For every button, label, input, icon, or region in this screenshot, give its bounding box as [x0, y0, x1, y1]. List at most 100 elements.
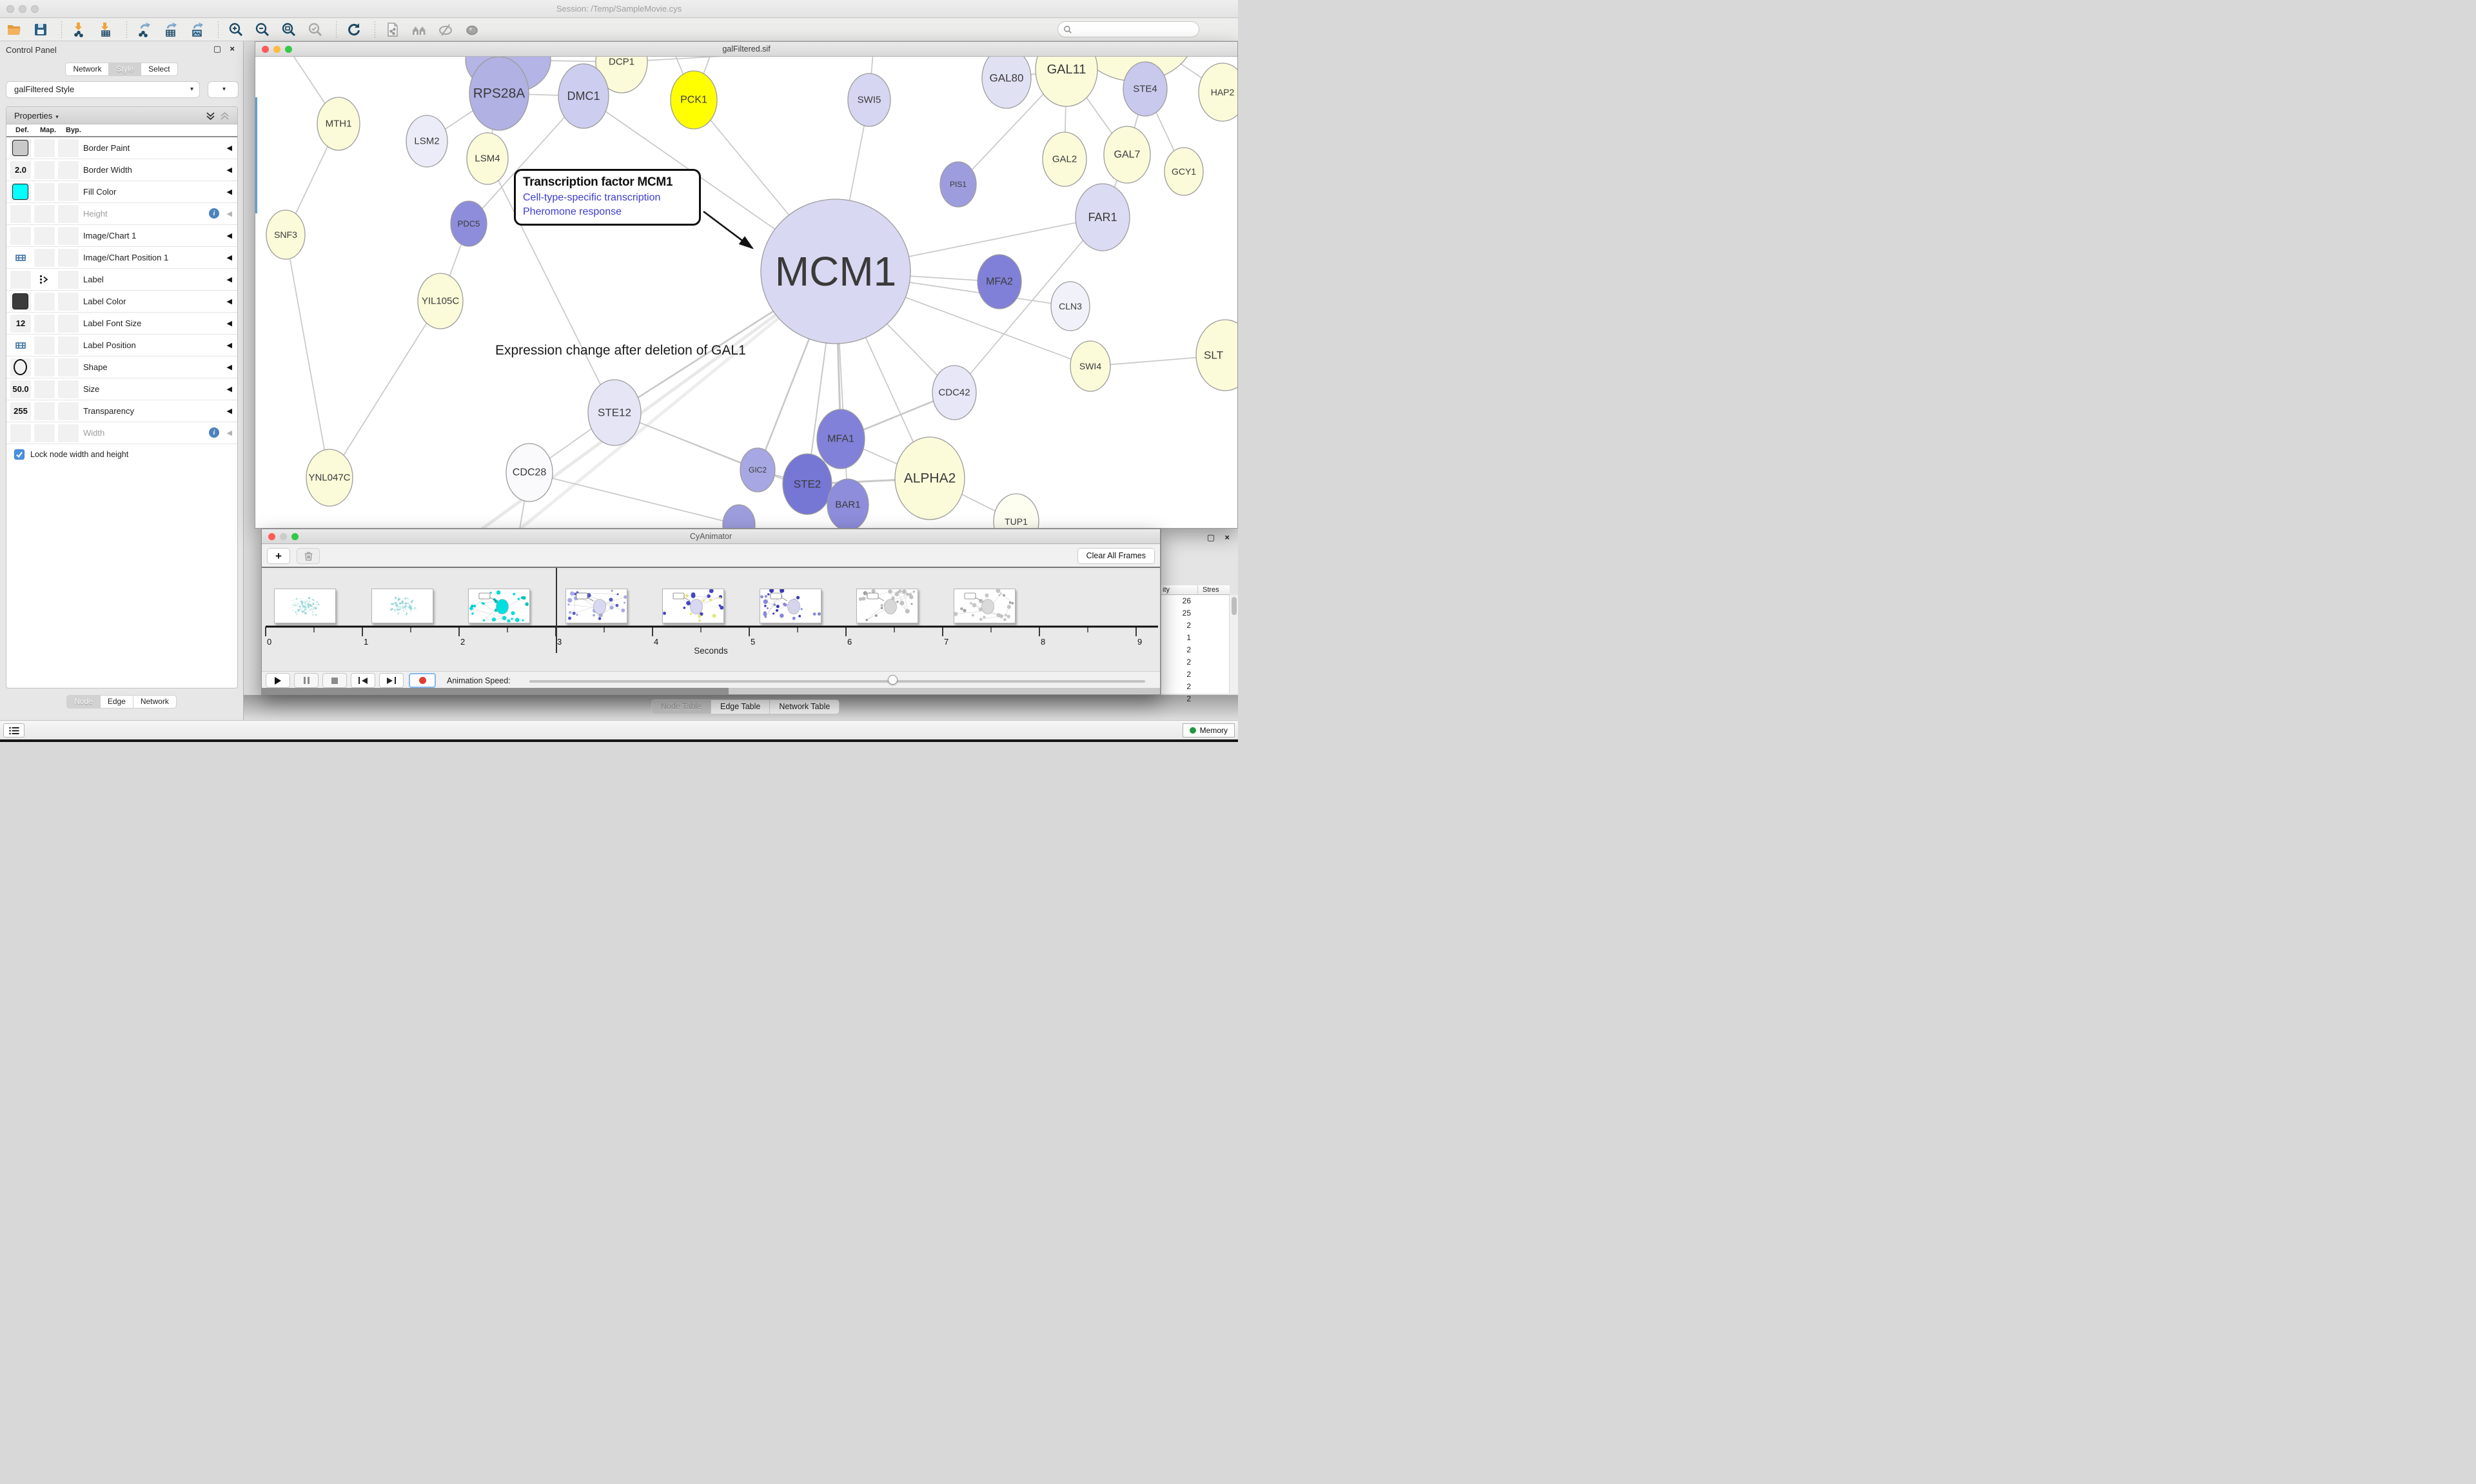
map-cell[interactable]	[34, 161, 55, 179]
def-cell[interactable]: 50.0	[10, 380, 31, 398]
export-network-button[interactable]	[133, 20, 156, 39]
info-icon[interactable]: i	[209, 208, 219, 219]
byp-cell[interactable]	[58, 205, 79, 223]
expand-row-icon[interactable]: ◀	[227, 188, 232, 196]
scrollbar-thumb[interactable]	[1232, 597, 1237, 615]
search-input[interactable]	[1076, 25, 1194, 34]
def-cell[interactable]	[10, 424, 31, 442]
property-row-label-color[interactable]: Label Color◀	[6, 291, 237, 313]
map-cell[interactable]	[34, 205, 55, 223]
add-frame-button[interactable]: +	[267, 548, 290, 564]
network-node-gal80[interactable]: GAL80	[982, 57, 1031, 108]
byp-cell[interactable]	[58, 380, 79, 398]
byp-cell[interactable]	[58, 293, 79, 311]
tab-network-table[interactable]: Network Table	[770, 699, 840, 714]
byp-cell[interactable]	[58, 402, 79, 420]
byp-cell[interactable]	[58, 358, 79, 376]
clear-all-frames-button[interactable]: Clear All Frames	[1077, 548, 1155, 564]
expand-row-icon[interactable]: ◀	[227, 253, 232, 262]
tab-edge[interactable]: Edge	[101, 695, 133, 708]
info-icon[interactable]: i	[209, 427, 219, 438]
byp-cell[interactable]	[58, 139, 79, 157]
network-node-cln3[interactable]: CLN3	[1051, 282, 1090, 331]
overview-button[interactable]	[408, 20, 431, 39]
expand-row-icon[interactable]: ◀	[227, 297, 232, 306]
tab-network[interactable]: Network	[133, 695, 177, 708]
map-cell[interactable]	[34, 358, 55, 376]
memory-button[interactable]: Memory	[1183, 723, 1235, 737]
network-node-gic2[interactable]: GIC2	[740, 448, 775, 492]
byp-cell[interactable]	[58, 183, 79, 201]
network-node-swi5[interactable]: SWI5	[848, 73, 890, 126]
network-node-gcy1[interactable]: GCY1	[1164, 148, 1203, 195]
zoom-in-button[interactable]	[224, 20, 248, 39]
playhead[interactable]	[556, 568, 557, 653]
show-panel-list-button[interactable]	[3, 723, 25, 737]
delete-frame-button[interactable]	[297, 548, 320, 564]
property-row-label-font-size[interactable]: 12Label Font Size◀	[6, 313, 237, 335]
expand-row-icon[interactable]: ◀	[227, 275, 232, 284]
skip-to-end-button[interactable]	[379, 673, 404, 688]
network-node-pis1[interactable]: PIS1	[940, 162, 976, 207]
network-node-bar1[interactable]: BAR1	[827, 479, 869, 528]
def-cell[interactable]: 255	[10, 402, 31, 420]
network-node-ste4[interactable]: STE4	[1123, 62, 1167, 116]
byp-cell[interactable]	[58, 315, 79, 333]
property-row-label-position[interactable]: Label Position◀	[6, 335, 237, 356]
def-cell[interactable]	[10, 293, 31, 311]
float-panel-icon[interactable]: ▢	[1207, 532, 1215, 543]
network-node-bluecut[interactable]	[723, 505, 755, 528]
close-panel-icon[interactable]: ×	[230, 44, 235, 54]
export-table-button[interactable]	[159, 20, 182, 39]
annotation-link-2[interactable]: Pheromone response	[523, 206, 692, 218]
property-row-size[interactable]: 50.0Size◀	[6, 378, 237, 400]
def-cell[interactable]	[10, 205, 31, 223]
property-row-width[interactable]: Widthi◀	[6, 422, 237, 444]
cyanimator-titlebar[interactable]: CyAnimator	[262, 529, 1160, 544]
property-row-border-paint[interactable]: Border Paint◀	[6, 137, 237, 159]
import-table-button[interactable]	[94, 20, 117, 39]
collapse-all-icon[interactable]	[220, 112, 230, 121]
map-cell[interactable]	[34, 227, 55, 245]
network-node-slt[interactable]: SLT	[1196, 320, 1237, 391]
expand-row-icon[interactable]: ◀	[227, 166, 232, 174]
float-panel-icon[interactable]: ▢	[213, 44, 221, 54]
network-node-rps28a[interactable]: RPS28A	[469, 57, 529, 130]
network-node-far1[interactable]: FAR1	[1076, 184, 1130, 251]
network-node-snf3[interactable]: SNF3	[266, 210, 305, 259]
property-row-border-width[interactable]: 2.0Border Width◀	[6, 159, 237, 181]
network-node-ste2[interactable]: STE2	[783, 454, 832, 514]
property-row-height[interactable]: Heighti◀	[6, 203, 237, 225]
tab-style[interactable]: Style	[109, 63, 141, 76]
lock-size-checkbox[interactable]	[14, 449, 25, 460]
byp-cell[interactable]	[58, 249, 79, 267]
map-cell[interactable]	[34, 315, 55, 333]
tab-edge-table[interactable]: Edge Table	[711, 699, 770, 714]
close-panel-icon[interactable]: ×	[1224, 532, 1230, 542]
tab-node-table[interactable]: Node Table	[651, 699, 711, 714]
mcm1-annotation[interactable]: Transcription factor MCM1 Cell-type-spec…	[514, 169, 701, 226]
pause-button[interactable]	[294, 673, 319, 688]
byp-cell[interactable]	[58, 424, 79, 442]
search-field[interactable]	[1057, 21, 1199, 37]
property-row-image-chart-position-1[interactable]: Image/Chart Position 1◀	[6, 247, 237, 269]
properties-header[interactable]: Properties▾	[6, 107, 237, 124]
style-options-button[interactable]: ▾	[208, 81, 239, 98]
stop-button[interactable]	[322, 673, 347, 688]
network-node-mth1[interactable]: MTH1	[317, 97, 360, 150]
network-canvas[interactable]: DCP1RPS28ADMC1PCK1SWI5MTH1LSM2LSM4GAL80G…	[255, 57, 1237, 528]
expand-row-icon[interactable]: ◀	[227, 231, 232, 240]
property-row-shape[interactable]: Shape◀	[6, 356, 237, 378]
network-node-cdc42[interactable]: CDC42	[932, 366, 976, 420]
cyanimator-timeline[interactable]: 0123456789 Seconds	[262, 568, 1160, 671]
timeline-scrollbar[interactable]	[262, 688, 1160, 694]
expand-row-icon[interactable]: ◀	[227, 319, 232, 327]
network-node-mcm1[interactable]: MCM1	[761, 199, 910, 344]
network-node-lsm2[interactable]: LSM2	[406, 115, 447, 167]
network-caption[interactable]: Expression change after deletion of GAL1	[495, 343, 746, 358]
def-cell[interactable]	[10, 139, 31, 157]
network-node-ynl047c[interactable]: YNL047C	[306, 449, 353, 506]
refresh-button[interactable]	[342, 20, 366, 39]
expand-row-icon[interactable]: ◀	[227, 407, 232, 415]
snapshot-button[interactable]	[381, 20, 404, 39]
